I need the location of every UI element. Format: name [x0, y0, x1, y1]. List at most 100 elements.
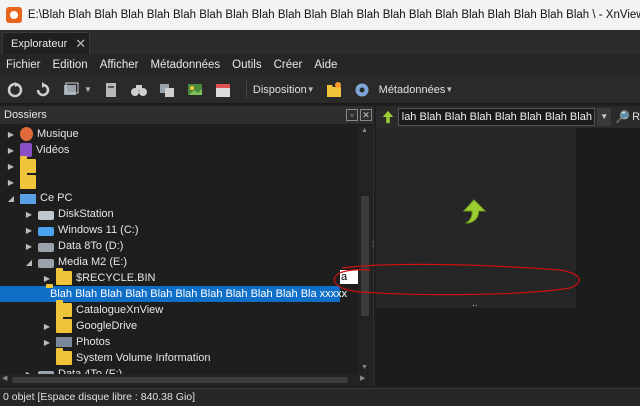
- thumbnail-view[interactable]: ..: [376, 128, 576, 309]
- rotate-button[interactable]: [32, 79, 54, 101]
- menu-creer[interactable]: Créer: [274, 59, 303, 71]
- parent-folder-thumbnail-icon[interactable]: [460, 198, 488, 226]
- tree-item-label: Data 8To (D:): [58, 240, 124, 252]
- expand-arrow-icon[interactable]: ▶: [24, 226, 34, 235]
- expand-arrow-icon[interactable]: ◢: [6, 194, 16, 203]
- disposition-label[interactable]: Disposition: [253, 84, 307, 96]
- images-dropdown-icon[interactable]: ▼: [84, 85, 92, 94]
- tab-explorer[interactable]: Explorateur ✕: [2, 32, 90, 54]
- gear-icon: [355, 83, 369, 96]
- batch-button[interactable]: [100, 79, 122, 101]
- calendar-icon: [215, 83, 230, 97]
- metadata-dropdown-icon[interactable]: ▼: [445, 85, 453, 94]
- expand-arrow-icon[interactable]: ◢: [24, 258, 34, 267]
- menu-outils[interactable]: Outils: [232, 59, 261, 71]
- float-panel-icon[interactable]: ▫: [346, 109, 358, 121]
- expand-arrow-icon[interactable]: ▶: [24, 210, 34, 219]
- title-bar: E:\Blah Blah Blah Blah Blah Blah Blah Bl…: [0, 0, 640, 30]
- menu-fichier[interactable]: Fichier: [6, 59, 41, 71]
- tab-strip: Explorateur ✕: [0, 30, 640, 54]
- folder-icon: [56, 268, 72, 285]
- tree-row[interactable]: ▶ Vidéos: [6, 142, 69, 158]
- expand-arrow-icon[interactable]: ▶: [6, 162, 16, 171]
- parent-folder-label: ..: [472, 298, 478, 309]
- disposition-dropdown-icon[interactable]: ▼: [307, 85, 315, 94]
- drive-icon: [38, 243, 54, 252]
- expand-arrow-icon[interactable]: ▶: [6, 146, 16, 155]
- slideshow-icon: [187, 83, 202, 95]
- expand-arrow-icon[interactable]: ▶: [24, 242, 34, 251]
- tree-row[interactable]: ▶ Data 8To (D:): [24, 238, 123, 254]
- photos-icon: [56, 337, 72, 347]
- images-button[interactable]: [60, 79, 82, 101]
- menu-afficher[interactable]: Afficher: [100, 59, 139, 71]
- scroll-left-icon[interactable]: ◀: [2, 374, 7, 382]
- tree-row[interactable]: ▶ Windows 11 (C:): [24, 222, 138, 238]
- close-panel-icon[interactable]: ✕: [360, 109, 372, 121]
- folder-star-icon: [326, 81, 341, 97]
- drive-icon: [38, 259, 54, 268]
- tree-vertical-scrollbar[interactable]: ▲ ▼: [358, 126, 372, 374]
- folder-icon: [56, 316, 72, 333]
- scroll-right-icon[interactable]: ▶: [360, 374, 365, 382]
- favorite-folder-button[interactable]: [323, 79, 345, 101]
- tree-row[interactable]: ▶ Photos: [42, 334, 110, 350]
- tree-row[interactable]: ▶ Musique: [6, 126, 79, 142]
- tree-item-label: System Volume Information: [76, 352, 211, 364]
- address-input[interactable]: lah Blah Blah Blah Blah Blah Blah Blah B…: [397, 108, 596, 126]
- menu-metadonnees[interactable]: Métadonnées: [150, 59, 220, 71]
- tree-row[interactable]: ▶ DiskStation: [24, 206, 114, 222]
- tree-row[interactable]: ▶ $RECYCLE.BIN: [42, 268, 155, 286]
- rename-input[interactable]: a: [340, 270, 360, 284]
- close-tab-icon[interactable]: ✕: [75, 36, 86, 52]
- up-arrow-icon: [382, 110, 394, 124]
- tree-row[interactable]: ◢ Ce PC: [6, 190, 72, 206]
- expand-arrow-icon[interactable]: ▶: [42, 274, 52, 283]
- music-icon: [20, 127, 33, 141]
- scrollbar-thumb[interactable]: [361, 196, 369, 316]
- tree-row[interactable]: ▶ Data 4To (F:): [24, 366, 122, 374]
- expand-arrow-icon[interactable]: ▶: [42, 338, 52, 347]
- expand-arrow-icon[interactable]: ▶: [42, 322, 52, 331]
- tree-item-label: CatalogueXnView: [76, 304, 164, 316]
- menu-edition[interactable]: Edition: [53, 59, 88, 71]
- video-icon: [20, 143, 32, 157]
- address-bar: lah Blah Blah Blah Blah Blah Blah Blah B…: [376, 106, 640, 128]
- parent-folder-button[interactable]: [378, 108, 398, 126]
- scroll-up-icon[interactable]: ▲: [361, 127, 368, 134]
- tree-row[interactable]: System Volume Information: [42, 348, 211, 366]
- binoculars-icon: [130, 84, 147, 96]
- main-toolbar: ▼ Disposition ▼ Métadonnées ▼: [0, 76, 640, 104]
- folder-tree[interactable]: ▶ Musique ▶ Vidéos ▶ ▶ ◢ Ce PC ▶ DiskStation ▶ Wind…: [0, 126, 358, 374]
- scrollbar-thumb[interactable]: [12, 377, 348, 383]
- folders-panel-title: Dossiers: [4, 109, 47, 121]
- tree-item-label: Ce PC: [40, 192, 73, 204]
- menu-aide[interactable]: Aide: [314, 59, 337, 71]
- search-button[interactable]: [128, 79, 150, 101]
- refresh-icon: [7, 81, 23, 97]
- expand-arrow-icon[interactable]: ▶: [6, 178, 16, 187]
- folder-icon: [20, 172, 36, 189]
- expand-arrow-icon[interactable]: ▶: [6, 130, 16, 139]
- tree-row[interactable]: ▶: [6, 172, 40, 190]
- metadata-label[interactable]: Métadonnées: [379, 84, 446, 96]
- tree-horizontal-scrollbar[interactable]: ◀ ▶: [0, 374, 372, 386]
- scroll-down-icon[interactable]: ▼: [361, 364, 368, 371]
- tree-row[interactable]: ◢ Media M2 (E:): [24, 254, 127, 270]
- tree-row[interactable]: ▶ GoogleDrive: [42, 316, 137, 334]
- settings-button[interactable]: [351, 79, 373, 101]
- tree-item-label: Windows 11 (C:): [58, 224, 139, 236]
- refresh-button[interactable]: [4, 79, 26, 101]
- folder-icon: [20, 156, 36, 173]
- search-label[interactable]: R: [632, 111, 640, 123]
- network-drive-icon: [38, 211, 54, 220]
- batch-icon: [105, 82, 116, 97]
- slideshow-button[interactable]: [184, 79, 206, 101]
- tree-row-selected[interactable]: Blah Blah Blah Blah Blah Blah Blah Blah …: [0, 284, 347, 302]
- address-dropdown-icon[interactable]: ▼: [597, 108, 612, 126]
- search-icon[interactable]: 🔎: [615, 110, 630, 124]
- calendar-button[interactable]: [212, 79, 234, 101]
- tree-item-label: DiskStation: [58, 208, 114, 220]
- compare-button[interactable]: [156, 79, 178, 101]
- menu-bar: Fichier Edition Afficher Métadonnées Out…: [0, 54, 640, 76]
